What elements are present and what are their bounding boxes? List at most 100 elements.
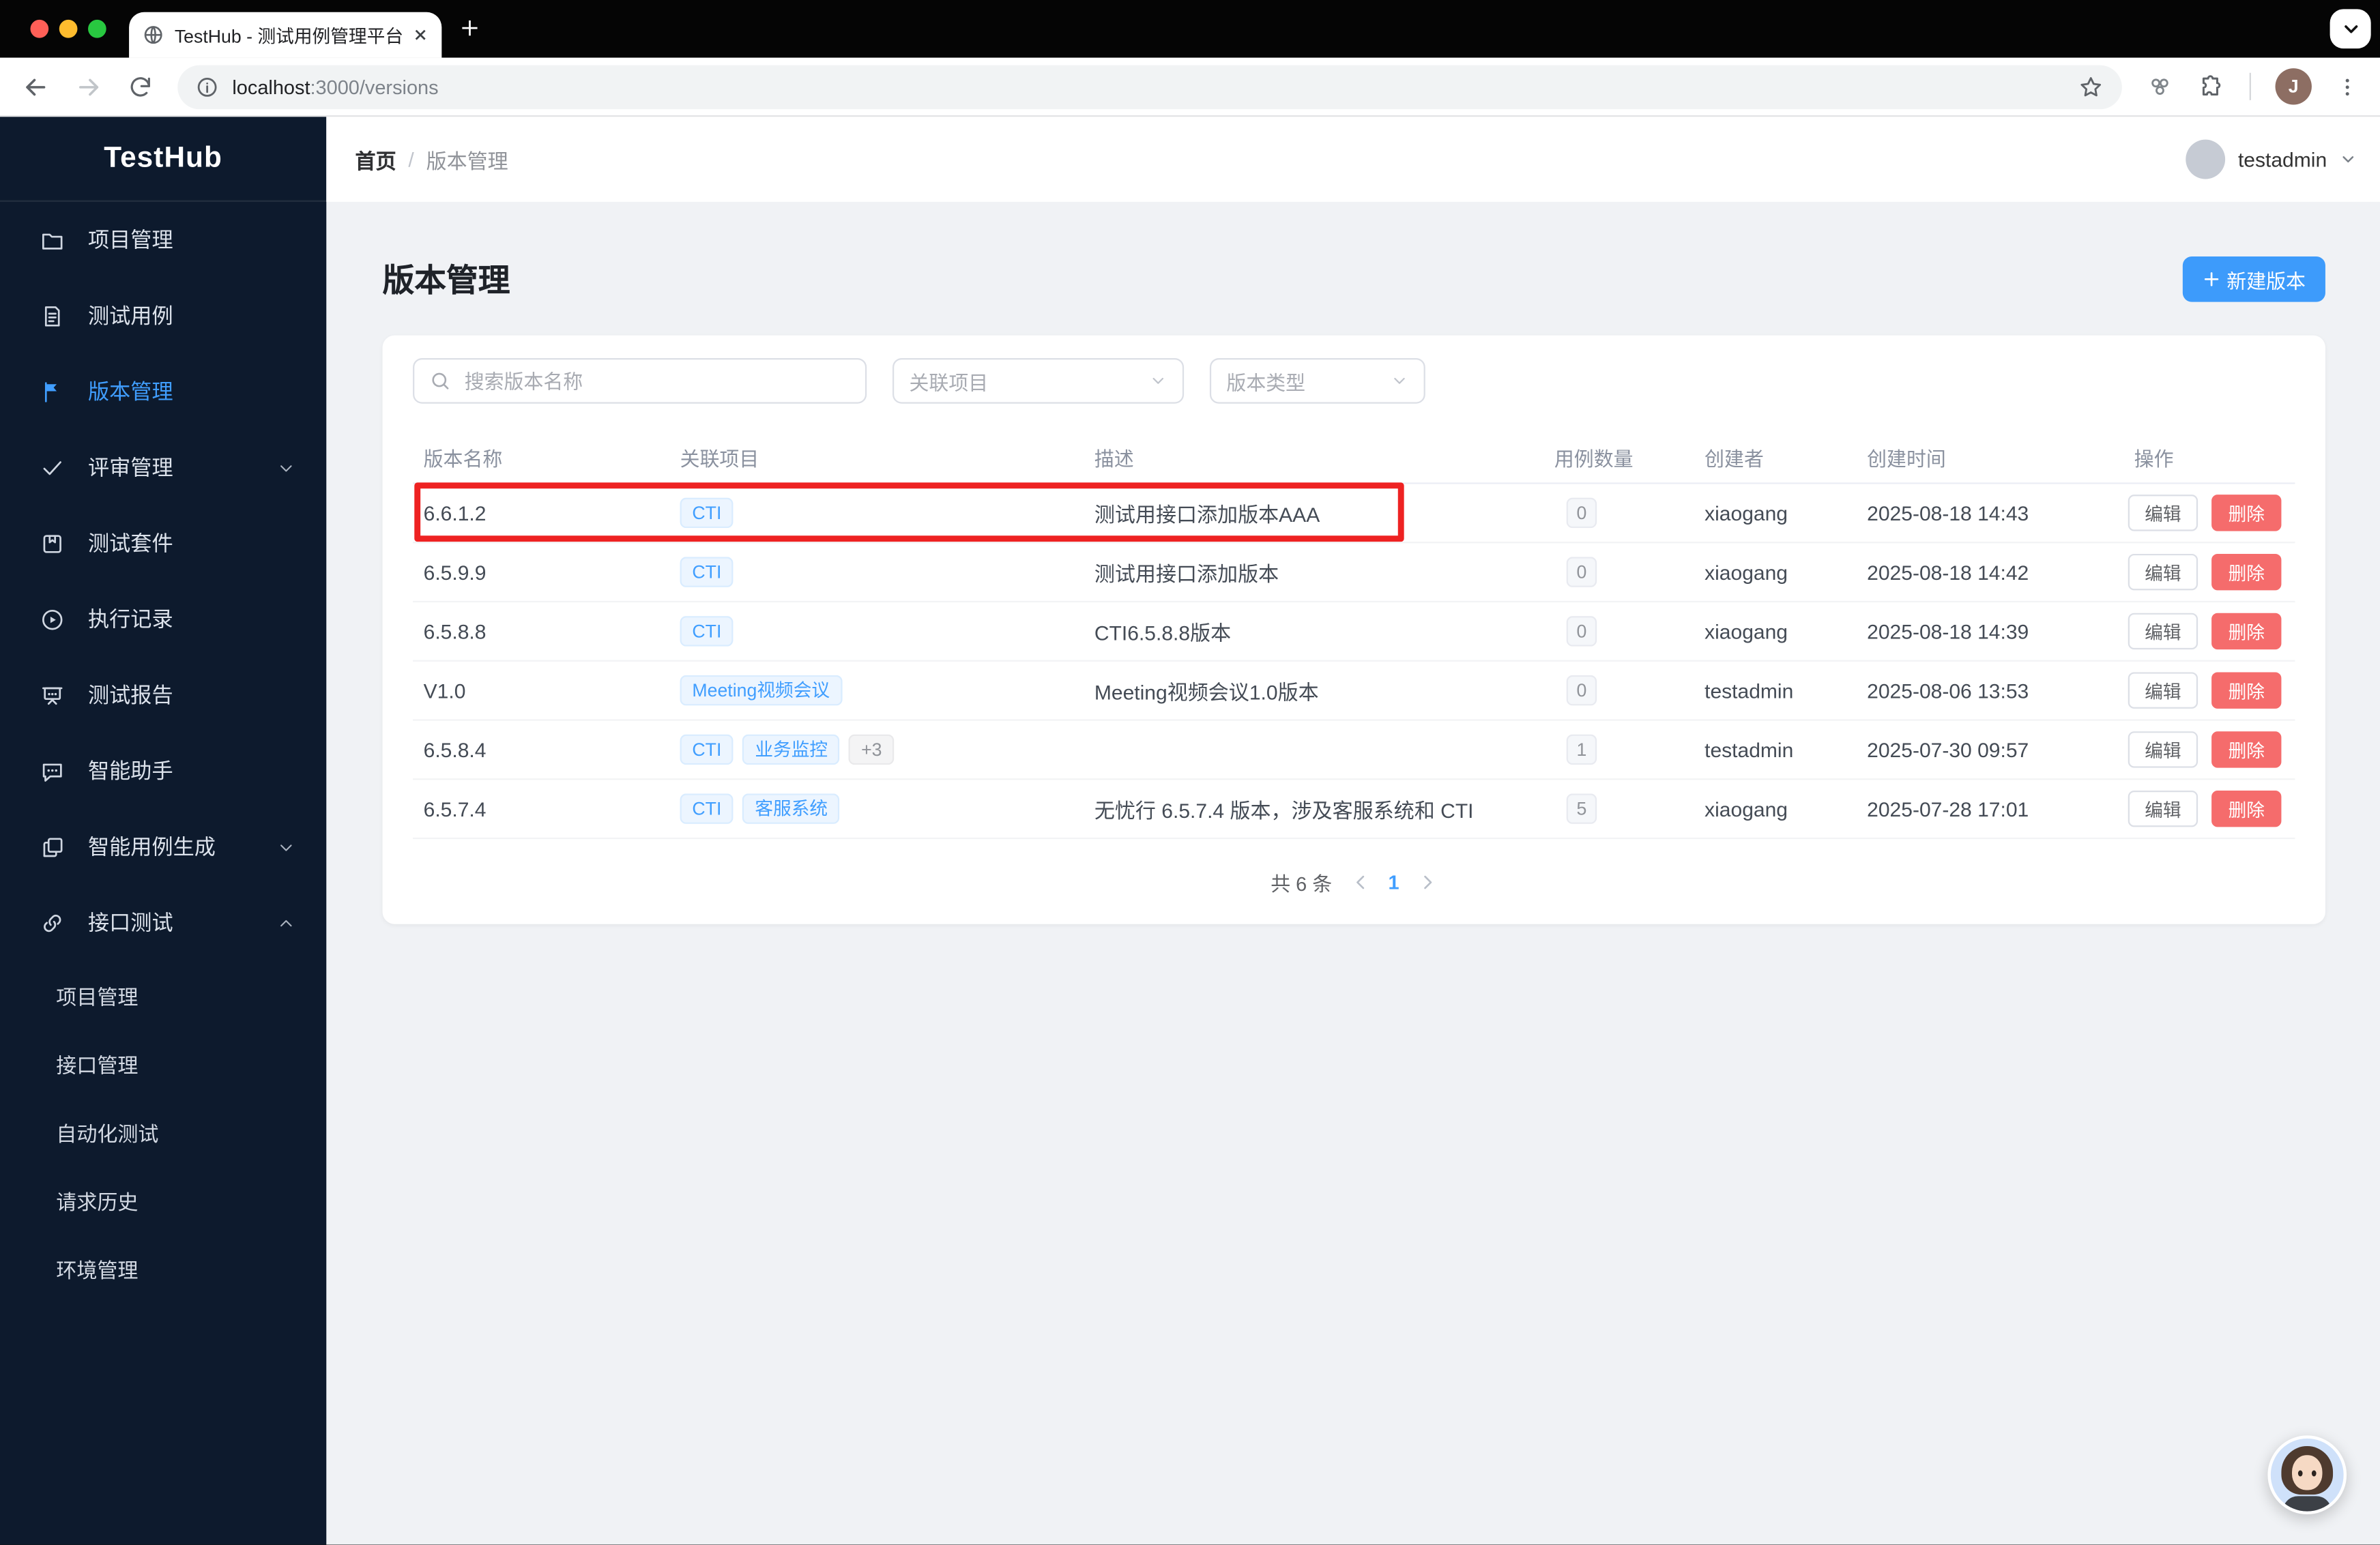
- sidebar-sub-item[interactable]: 接口管理: [0, 1029, 326, 1097]
- pagination-total: 共 6 条: [1271, 872, 1333, 896]
- page-title: 版本管理: [382, 264, 510, 299]
- edit-button[interactable]: 编辑: [2128, 553, 2198, 591]
- edit-button[interactable]: 编辑: [2128, 731, 2198, 768]
- case-count-badge: 5: [1566, 793, 1597, 824]
- sidebar-item[interactable]: 智能用例生成: [0, 809, 326, 885]
- sidebar-item-label: 项目管理: [88, 227, 173, 252]
- version-projects: CTI 客服系统: [669, 793, 1084, 824]
- delete-button[interactable]: 删除: [2211, 790, 2282, 827]
- sidebar-subnav: 项目管理 接口管理 自动化测试 请求历史 环境管理: [0, 960, 326, 1302]
- browser-menu-icon[interactable]: [2336, 75, 2359, 98]
- version-name: 6.5.8.8: [423, 619, 487, 643]
- chevron-down-icon: [276, 837, 296, 857]
- check-icon: [40, 454, 66, 480]
- next-page-icon[interactable]: [1417, 872, 1437, 892]
- sidebar-item-label: 接口测试: [88, 910, 173, 935]
- more-projects-tag: +3: [849, 734, 895, 765]
- delete-button[interactable]: 删除: [2211, 495, 2282, 531]
- breadcrumb: 首页 / 版本管理: [355, 144, 508, 174]
- sidebar-item[interactable]: 测试报告: [0, 657, 326, 733]
- delete-button[interactable]: 删除: [2211, 553, 2282, 591]
- col-header: 用例数量: [1554, 447, 1634, 471]
- table-row: 6.6.1.2 CTI 测试用接口添加版本AAA 0 xiaogang 2025…: [413, 482, 2295, 544]
- version-creator: xiaogang: [1704, 501, 1788, 525]
- tab-close-icon[interactable]: [413, 27, 428, 42]
- table-row: 6.5.9.9 CTI 测试用接口添加版本 0 xiaogang 2025-08…: [413, 543, 2295, 603]
- sidebar-sub-item[interactable]: 项目管理: [0, 960, 326, 1029]
- delete-button[interactable]: 删除: [2211, 613, 2282, 650]
- sidebar-item[interactable]: 测试用例: [0, 278, 326, 353]
- delete-button[interactable]: 删除: [2211, 731, 2282, 768]
- project-tag: Meeting视频会议: [680, 675, 842, 706]
- version-name: 6.5.9.9: [423, 560, 487, 584]
- edit-button[interactable]: 编辑: [2128, 672, 2198, 709]
- delete-button[interactable]: 删除: [2211, 672, 2282, 709]
- close-window-icon[interactable]: [30, 19, 49, 38]
- new-tab-icon[interactable]: [459, 16, 481, 46]
- sidebar-item[interactable]: 执行记录: [0, 581, 326, 657]
- sidebar-item[interactable]: 接口测试: [0, 885, 326, 960]
- browser-profile-avatar[interactable]: J: [2275, 68, 2312, 105]
- col-header: 创建时间: [1867, 447, 1946, 471]
- version-projects: Meeting视频会议: [669, 675, 1084, 706]
- version-projects: CTI 业务监控 +3: [669, 734, 1084, 765]
- presentation-icon: [40, 682, 66, 708]
- sidebar-item[interactable]: 测试套件: [0, 505, 326, 581]
- bookmark-star-icon[interactable]: [2078, 74, 2104, 100]
- document-icon: [40, 303, 66, 329]
- url-text: localhost:3000/versions: [232, 75, 439, 98]
- globe-favicon-icon: [143, 25, 164, 46]
- new-version-button[interactable]: 新建版本: [2182, 256, 2325, 302]
- sidebar-nav: 项目管理 测试用例 版本管理 评审管理 测试套件 执行记录 测试报告 智能助手 …: [0, 202, 326, 960]
- link-icon: [40, 910, 66, 936]
- sidebar-sub-item[interactable]: 环境管理: [0, 1234, 326, 1302]
- sidebar-sub-item[interactable]: 自动化测试: [0, 1097, 326, 1165]
- reload-icon[interactable]: [128, 74, 154, 100]
- back-icon[interactable]: [21, 72, 50, 101]
- type-filter-select[interactable]: 版本类型: [1209, 357, 1425, 404]
- edit-button[interactable]: 编辑: [2128, 790, 2198, 827]
- sidebar-item-label: 智能用例生成: [88, 834, 216, 859]
- chevron-up-icon: [276, 913, 296, 932]
- breadcrumb-separator: /: [408, 147, 414, 171]
- flag-icon: [40, 379, 66, 404]
- breadcrumb-home[interactable]: 首页: [355, 144, 396, 174]
- edit-button[interactable]: 编辑: [2128, 495, 2198, 531]
- site-info-icon[interactable]: [196, 75, 218, 98]
- project-filter-select[interactable]: 关联项目: [893, 357, 1185, 404]
- version-description: Meeting视频会议1.0版本: [1094, 681, 1319, 705]
- version-created-time: 2025-08-18 14:43: [1867, 501, 2029, 525]
- user-name: testadmin: [2237, 147, 2327, 171]
- sidebar-sub-item[interactable]: 请求历史: [0, 1165, 326, 1233]
- sidebar-item[interactable]: 项目管理: [0, 202, 326, 278]
- play-circle-icon: [40, 606, 66, 632]
- project-tag: CTI: [680, 616, 734, 647]
- extensions-puzzle-icon[interactable]: [2198, 73, 2225, 100]
- user-menu[interactable]: testadmin: [2186, 139, 2357, 179]
- version-creator: testadmin: [1704, 679, 1794, 702]
- versions-card: 关联项目 版本类型 版本名称: [382, 335, 2325, 924]
- chevron-down-icon: [276, 458, 296, 477]
- sidebar-item[interactable]: 版本管理: [0, 353, 326, 429]
- browser-tab[interactable]: TestHub - 测试用例管理平台: [129, 12, 442, 58]
- version-created-time: 2025-07-28 17:01: [1867, 797, 2029, 821]
- search-version-input[interactable]: [461, 368, 850, 394]
- version-name: 6.6.1.2: [423, 501, 487, 525]
- sidebar-item[interactable]: 评审管理: [0, 430, 326, 505]
- forward-icon[interactable]: [74, 72, 103, 101]
- prev-page-icon[interactable]: [1350, 872, 1370, 892]
- url-bar[interactable]: localhost:3000/versions: [177, 64, 2122, 109]
- project-tag: CTI: [680, 497, 734, 529]
- extension-circles-icon[interactable]: [2146, 73, 2173, 100]
- version-created-time: 2025-07-30 09:57: [1867, 738, 2029, 761]
- tab-search-icon[interactable]: [2330, 9, 2371, 49]
- sidebar-item[interactable]: 智能助手: [0, 733, 326, 808]
- edit-button[interactable]: 编辑: [2128, 613, 2198, 650]
- assistant-avatar[interactable]: [2267, 1435, 2347, 1515]
- app-header: 首页 / 版本管理 testadmin: [326, 117, 2380, 202]
- case-count-badge: 0: [1566, 497, 1597, 529]
- version-name: 6.5.7.4: [423, 797, 487, 821]
- minimize-window-icon[interactable]: [59, 19, 78, 38]
- maximize-window-icon[interactable]: [88, 19, 106, 38]
- page-number[interactable]: 1: [1389, 871, 1399, 894]
